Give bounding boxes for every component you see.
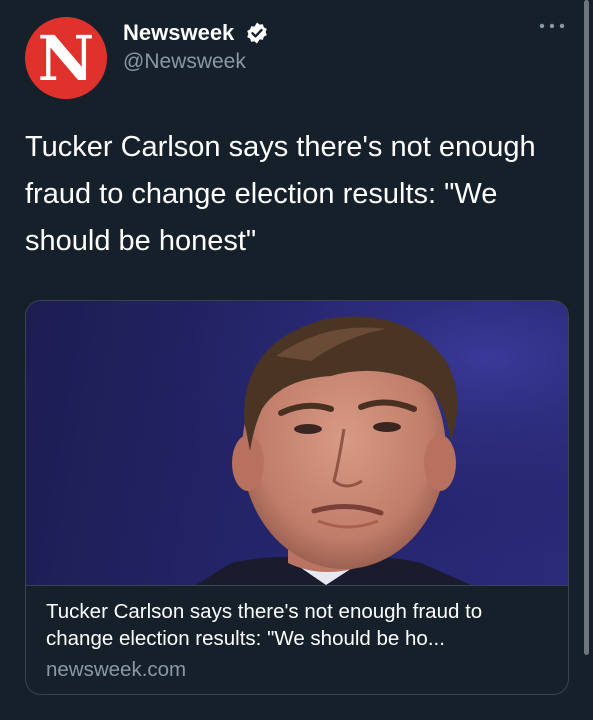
tweet[interactable]: N Newsweek @Newsweek Tucker Carlson says… xyxy=(0,0,593,720)
link-card[interactable]: Tucker Carlson says there's not enough f… xyxy=(25,300,569,695)
card-photo-portrait xyxy=(26,301,568,585)
scrollbar[interactable] xyxy=(584,0,589,655)
author-name[interactable]: Newsweek xyxy=(123,20,234,46)
card-image[interactable] xyxy=(26,301,568,586)
tweet-text: Tucker Carlson says there's not enough f… xyxy=(25,131,536,257)
avatar[interactable]: N xyxy=(25,17,107,99)
verified-badge-icon xyxy=(247,22,267,44)
card-domain[interactable]: newsweek.com xyxy=(46,656,186,683)
author-handle[interactable]: @Newsweek xyxy=(123,50,246,74)
more-horizontal-icon[interactable] xyxy=(538,20,566,32)
avatar-logo-letter: N xyxy=(37,22,95,95)
card-title[interactable]: Tucker Carlson says there's not enough f… xyxy=(46,598,551,652)
